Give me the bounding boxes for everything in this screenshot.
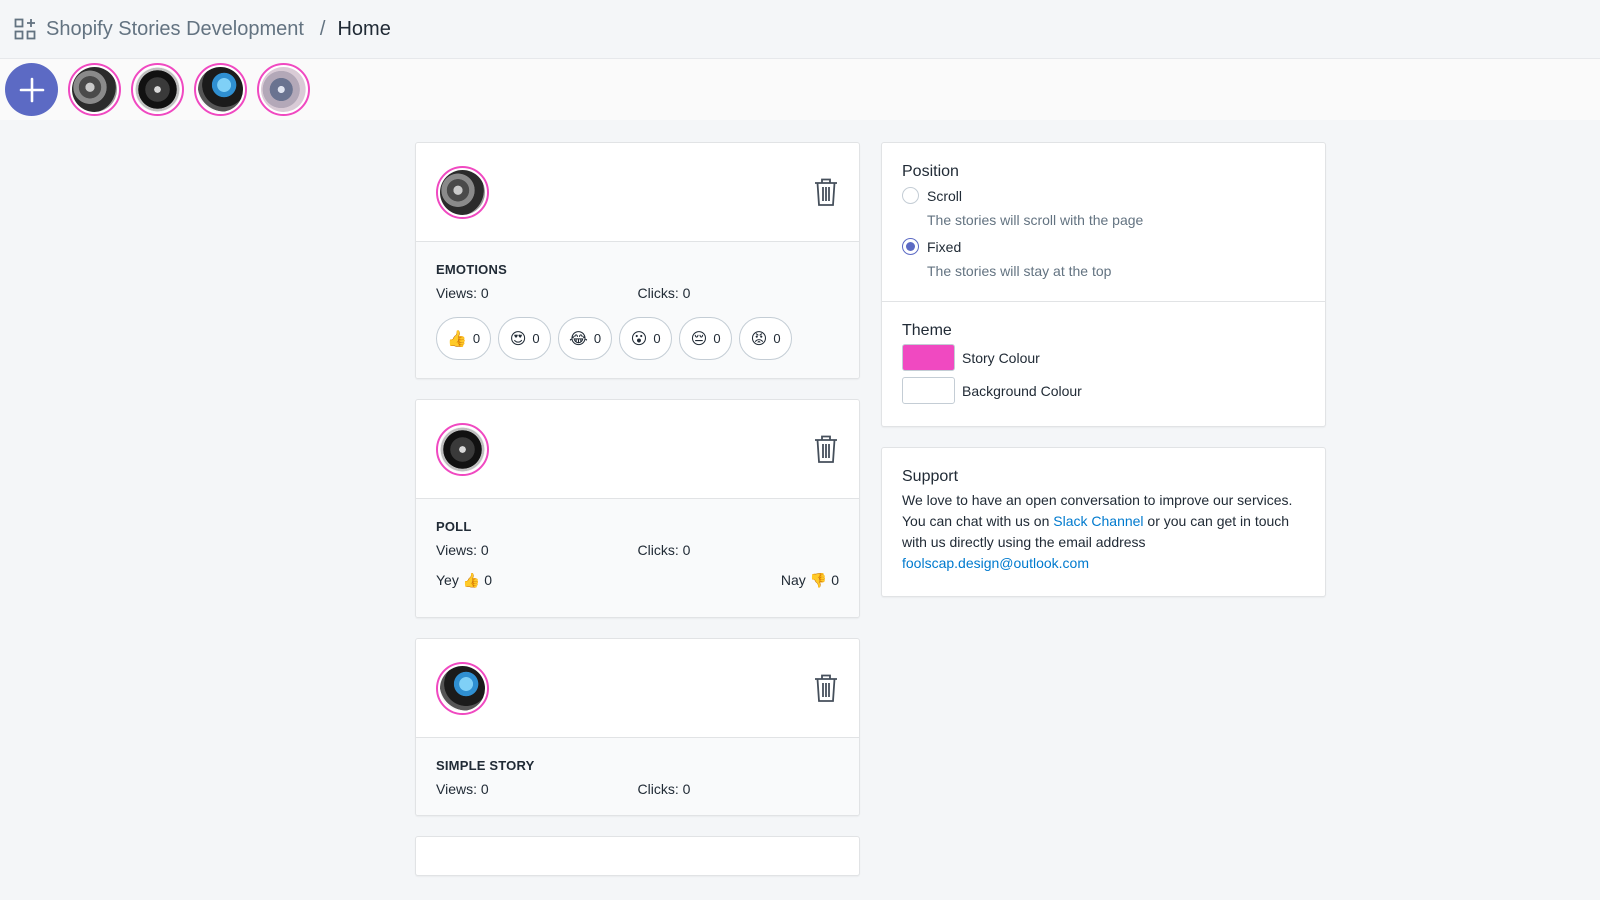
story-avatar[interactable]	[436, 661, 489, 715]
support-card: Support We love to have an open conversa…	[881, 447, 1326, 597]
story-avatar[interactable]	[436, 165, 489, 219]
settings-card: Position Scroll The stories will scroll …	[881, 142, 1326, 427]
story-colour-swatch[interactable]	[902, 344, 955, 371]
support-email-link[interactable]: foolscap.design@outlook.com	[902, 555, 1089, 571]
reaction-angry[interactable]: 😡 0	[739, 317, 793, 360]
reaction-laugh[interactable]: 😂 0	[558, 317, 613, 360]
views-stat: Views: 0	[436, 781, 489, 797]
plus-icon	[19, 77, 44, 102]
story-card-emotions: EMOTIONS Views: 0 Clicks: 0 👍 0 😍 0 😂 0 😮 0 …	[415, 142, 860, 379]
position-section: Position Scroll The stories will scroll …	[882, 143, 1325, 301]
story-type-label: POLL	[436, 519, 472, 534]
clicks-stat: Clicks: 0	[637, 781, 691, 797]
page-title: Home	[337, 17, 391, 40]
angry-icon: 😡	[750, 329, 768, 348]
trash-icon[interactable]	[813, 177, 839, 207]
watch-image	[198, 67, 243, 112]
clicks-stat: Clicks: 0	[637, 285, 691, 301]
stories-column: EMOTIONS Views: 0 Clicks: 0 👍 0 😍 0 😂 0 😮 0 …	[415, 142, 860, 896]
wow-icon: 😮	[630, 329, 648, 348]
add-story-button[interactable]	[5, 63, 58, 116]
reaction-list: 👍 0 😍 0 😂 0 😮 0 😔 0 😡 0	[436, 317, 839, 360]
watch-image	[72, 67, 117, 112]
story-avatar[interactable]	[436, 422, 489, 476]
breadcrumb-app[interactable]: Shopify Stories Development	[46, 18, 304, 41]
clicks-stat: Clicks: 0	[637, 542, 691, 558]
reaction-heart-eyes[interactable]: 😍 0	[498, 317, 552, 360]
watch-image	[261, 67, 306, 112]
poll-yey: Yey 👍 0	[436, 572, 493, 589]
slack-channel-link[interactable]: Slack Channel	[1053, 513, 1143, 529]
reaction-sad[interactable]: 😔 0	[679, 317, 733, 360]
views-stat: Views: 0	[436, 285, 489, 301]
story-thumbnail-4[interactable]	[257, 63, 310, 116]
top-bar: Shopify Stories Development / Home	[0, 0, 1600, 59]
thumbs-up-icon: 👍	[447, 329, 467, 348]
poll-nay: Nay 👎 0	[780, 572, 839, 589]
position-title: Position	[902, 163, 959, 180]
settings-column: Position Scroll The stories will scroll …	[881, 142, 1326, 617]
story-card-partial	[415, 836, 860, 876]
reaction-wow[interactable]: 😮 0	[619, 317, 673, 360]
sad-icon: 😔	[690, 329, 708, 348]
radio-button[interactable]	[902, 187, 919, 204]
thumbs-up-icon: 👍	[462, 573, 481, 589]
story-bar	[0, 59, 1600, 120]
position-fixed-radio[interactable]: Fixed	[902, 238, 1305, 255]
story-colour-label: Story Colour	[962, 349, 1040, 366]
story-type-label: EMOTIONS	[436, 262, 507, 277]
background-colour-label: Background Colour	[962, 382, 1082, 399]
laugh-icon: 😂	[569, 329, 588, 348]
trash-icon[interactable]	[813, 673, 839, 703]
theme-title: Theme	[902, 322, 952, 339]
story-type-label: SIMPLE STORY	[436, 758, 535, 773]
views-stat: Views: 0	[436, 542, 489, 558]
scroll-help-text: The stories will scroll with the page	[927, 212, 1144, 228]
breadcrumb-separator: /	[319, 17, 326, 40]
background-colour-swatch[interactable]	[902, 377, 955, 404]
radio-button[interactable]	[902, 238, 919, 255]
thumbs-down-icon: 👎	[809, 573, 828, 589]
story-thumbnail-3[interactable]	[194, 63, 247, 116]
position-scroll-radio[interactable]: Scroll	[902, 187, 1305, 204]
fixed-help-text: The stories will stay at the top	[927, 263, 1112, 279]
support-title: Support	[902, 468, 959, 485]
story-card-poll: POLL Views: 0 Clicks: 0 Yey 👍 0 Nay 👎 0	[415, 399, 860, 618]
watch-image	[135, 67, 180, 112]
theme-section: Theme Story Colour Background Colour	[882, 301, 1325, 426]
support-text: We love to have an open conversation to …	[902, 492, 1293, 571]
story-card-simple: SIMPLE STORY Views: 0 Clicks: 0	[415, 638, 860, 816]
apps-icon[interactable]	[14, 18, 36, 40]
story-thumbnail-1[interactable]	[68, 63, 121, 116]
trash-icon[interactable]	[813, 434, 839, 464]
reaction-thumbs-up[interactable]: 👍 0	[436, 317, 492, 360]
heart-eyes-icon: 😍	[509, 329, 527, 348]
story-thumbnail-2[interactable]	[131, 63, 184, 116]
